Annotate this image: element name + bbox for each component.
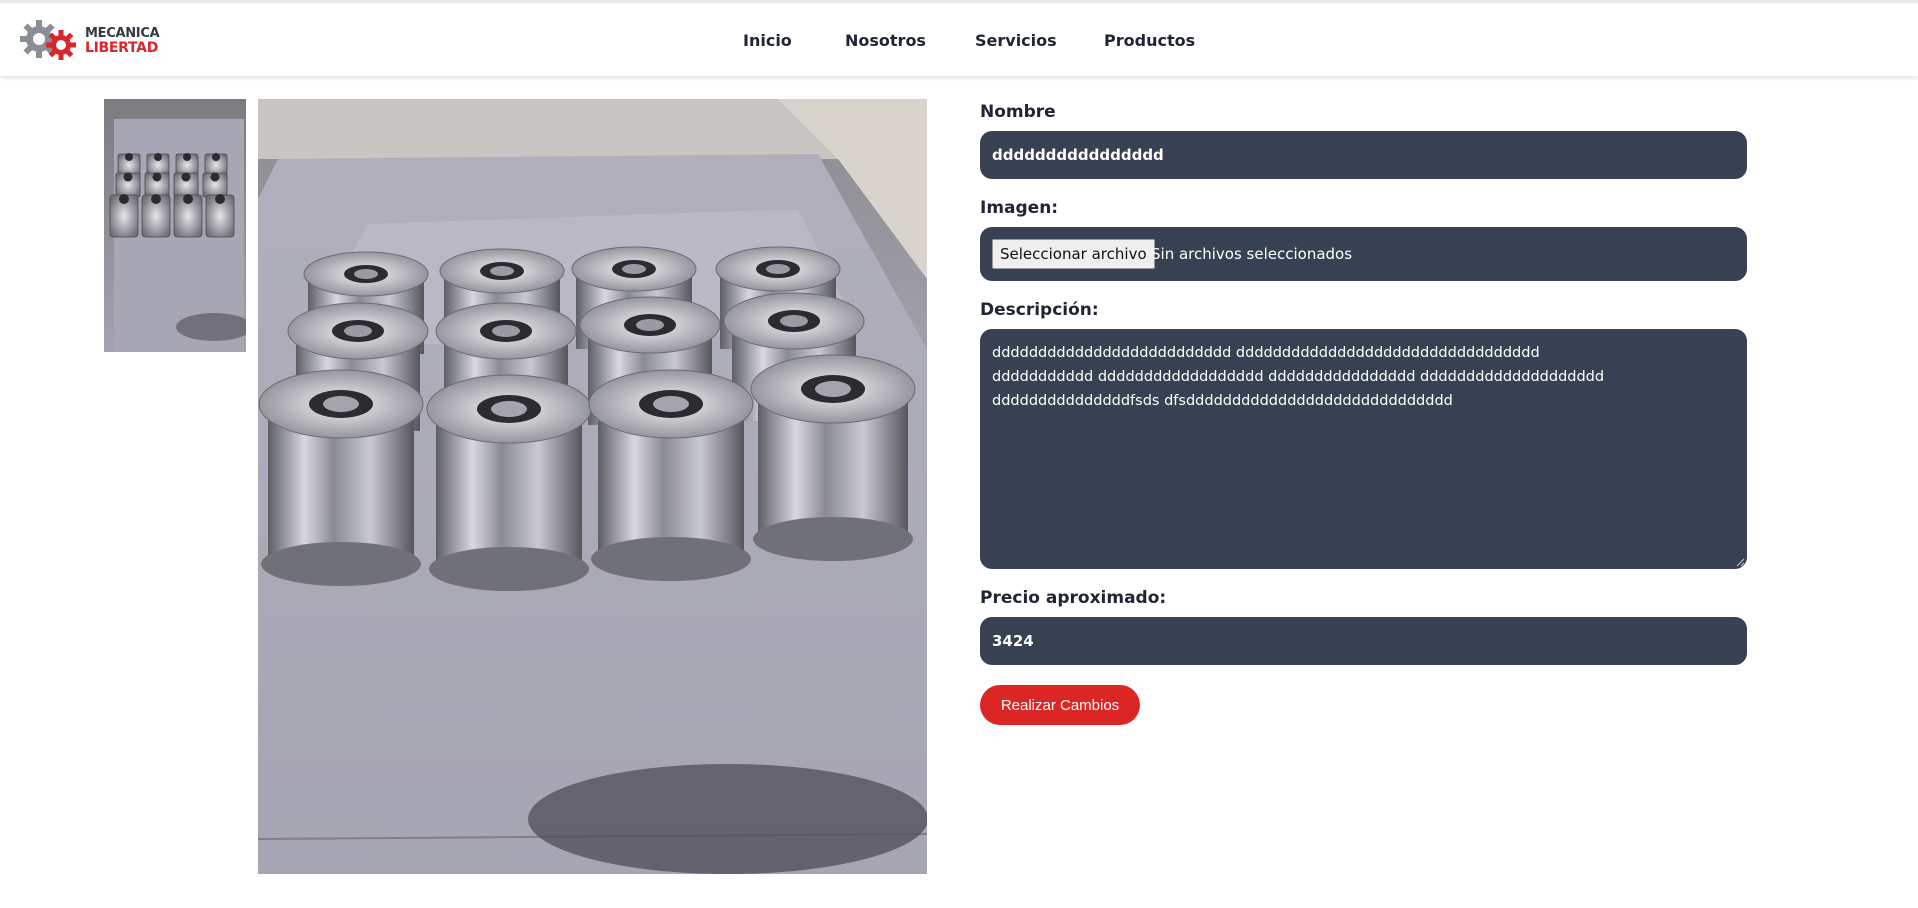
descripcion-textarea[interactable]: dddddddddddddddddddddddddd ddddddddddddd… — [980, 329, 1747, 569]
nav-link-servicios[interactable]: Servicios — [975, 31, 1057, 50]
precio-value: 3424 — [992, 632, 1034, 650]
precio-input[interactable]: 3424 — [980, 617, 1747, 665]
imagen-file-input[interactable]: Seleccionar archivo Sin archivos selecci… — [980, 227, 1747, 281]
descripcion-line: dddddddddddddddddddddddddd ddddddddddddd… — [992, 345, 1540, 361]
nombre-value: dddddddddddddddd — [992, 146, 1164, 164]
resize-grip-icon[interactable] — [1735, 557, 1745, 567]
navbar: MECANICA LIBERTAD Inicio Nosotros Servic… — [0, 0, 1918, 76]
nombre-label: Nombre — [980, 102, 1056, 122]
precio-label: Precio aproximado: — [980, 588, 1167, 608]
select-file-button[interactable]: Seleccionar archivo — [992, 239, 1155, 269]
descripcion-label: Descripción: — [980, 300, 1099, 320]
nombre-input[interactable]: dddddddddddddddd — [980, 131, 1747, 179]
file-status-text: Sin archivos seleccionados — [1151, 245, 1353, 263]
imagen-label: Imagen: — [980, 198, 1059, 218]
nav-link-productos[interactable]: Productos — [1104, 31, 1195, 50]
descripcion-line: ddddddddddd dddddddddddddddddd ddddddddd… — [992, 369, 1605, 385]
main-nav: Inicio Nosotros Servicios Productos — [0, 3, 1918, 76]
nav-link-nosotros[interactable]: Nosotros — [845, 31, 926, 50]
realizar-cambios-button[interactable]: Realizar Cambios — [980, 685, 1140, 725]
product-main-image — [258, 99, 927, 874]
product-thumbnail[interactable] — [104, 99, 246, 352]
descripcion-line: dddddddddddddddfsds dfsddddddddddddddddd… — [992, 393, 1453, 409]
product-thumbnail-image — [104, 99, 246, 352]
product-main-image-frame — [258, 99, 927, 874]
nav-link-inicio[interactable]: Inicio — [743, 31, 792, 50]
